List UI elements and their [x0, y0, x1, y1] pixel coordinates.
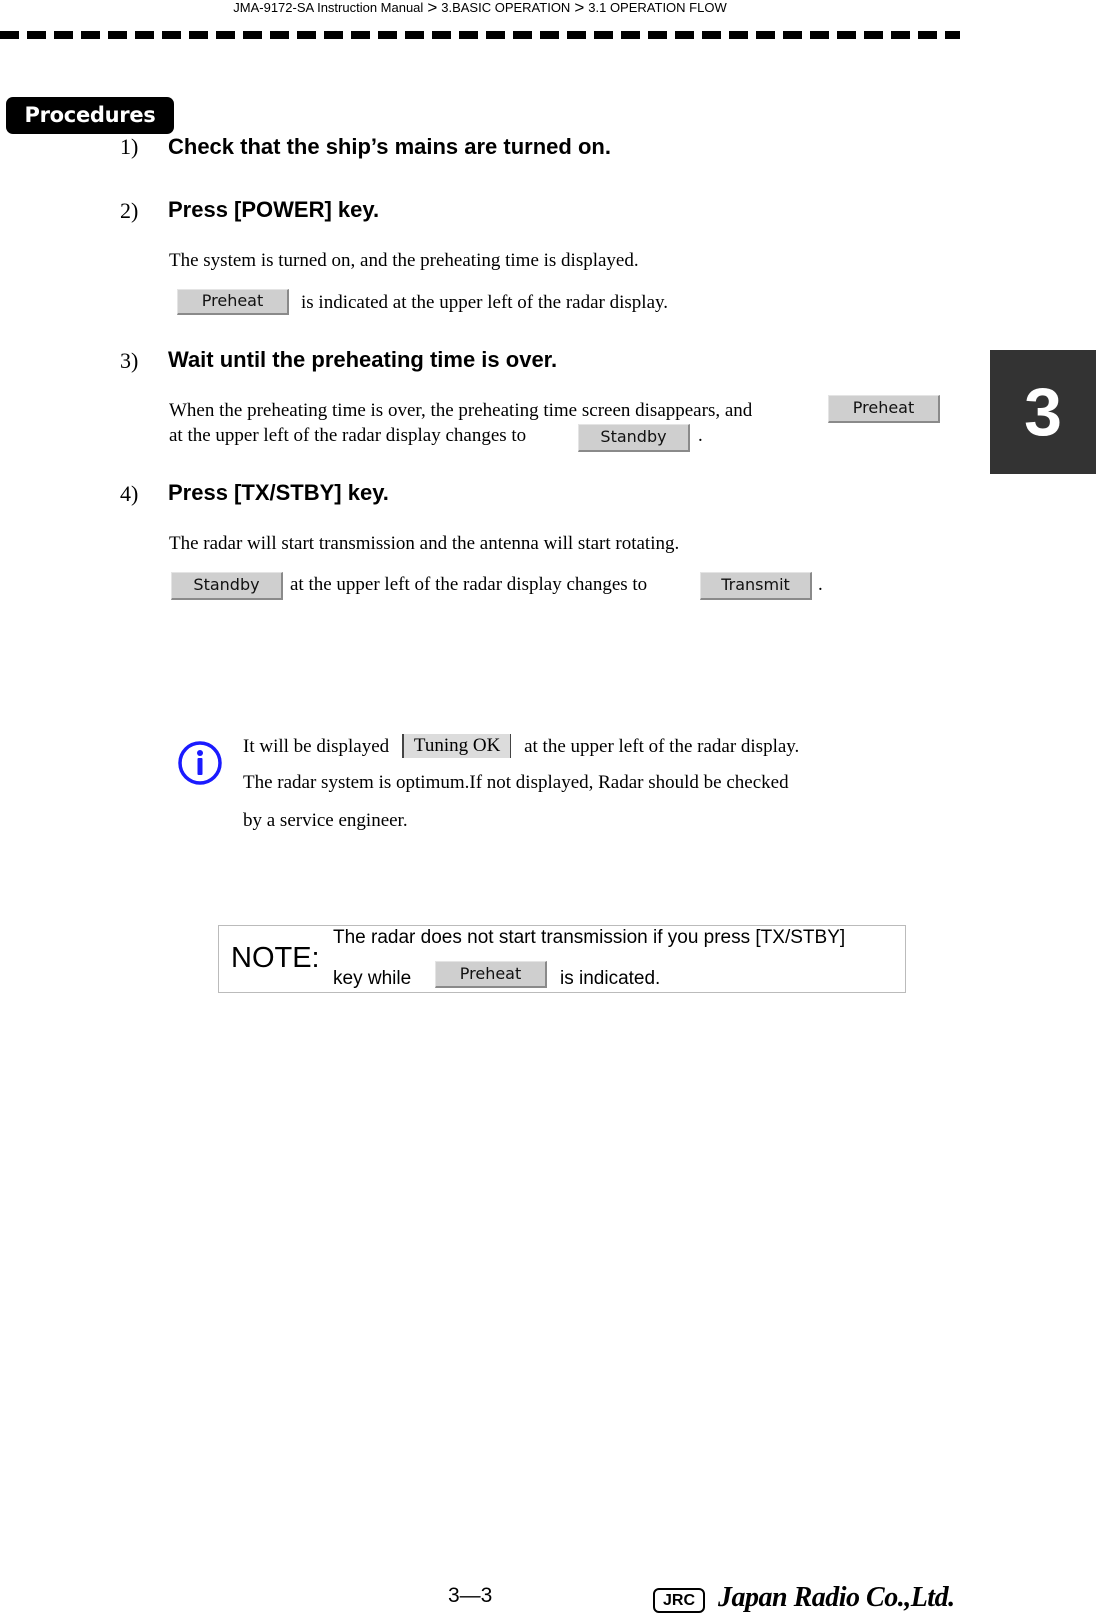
preheat-indicator: Preheat: [828, 395, 940, 423]
step-number: 4): [120, 481, 139, 506]
standby-indicator: Standby: [578, 424, 690, 452]
step-number: 1): [120, 134, 139, 159]
step-text: The system is turned on, and the preheat…: [169, 250, 639, 271]
step-text: The radar will start transmission and th…: [169, 533, 680, 554]
info-text: It will be displayed: [243, 736, 390, 757]
step-title: Check that the ship’s mains are turned o…: [168, 134, 611, 159]
step-text: .: [818, 574, 823, 595]
procedures-badge: Procedures: [6, 97, 174, 134]
step-number: 2): [120, 198, 139, 223]
step-number: 3): [120, 348, 139, 373]
info-icon: [178, 741, 222, 785]
step-text: .: [698, 425, 703, 446]
step-title: Press [POWER] key.: [168, 197, 380, 222]
step-text: is indicated at the upper left of the ra…: [301, 292, 669, 313]
breadcrumb-chapter: 3.BASIC OPERATION: [441, 0, 571, 15]
note-text: key while: [333, 968, 412, 989]
step-text: at the upper left of the radar display c…: [290, 574, 648, 595]
preheat-indicator: Preheat: [177, 289, 289, 315]
breadcrumb-section: 3.1 OPERATION FLOW: [588, 0, 727, 15]
step-title: Press [TX/STBY] key.: [168, 480, 389, 505]
company-name: Japan Radio Co.,Ltd.: [718, 1582, 955, 1613]
info-text: at the upper left of the radar display.: [524, 736, 800, 757]
chapter-tab: 3: [990, 350, 1096, 474]
header-divider: [0, 31, 960, 39]
preheat-indicator: Preheat: [435, 961, 547, 988]
tuning-ok-indicator: Tuning OK: [401, 734, 512, 758]
step-title: Wait until the preheating time is over.: [168, 347, 558, 372]
transmit-indicator: Transmit: [700, 572, 812, 600]
step-text: When the preheating time is over, the pr…: [169, 400, 753, 421]
note-label: NOTE:: [231, 942, 320, 974]
note-box: NOTE: The radar does not start transmiss…: [218, 925, 906, 993]
breadcrumb-manual: JMA-9172-SA Instruction Manual: [233, 0, 424, 15]
standby-indicator: Standby: [171, 572, 283, 600]
breadcrumb-separator: >: [574, 0, 585, 17]
jrc-logo: JRC: [653, 1588, 705, 1613]
info-line-2: The radar system is optimum.If not displ…: [243, 772, 789, 793]
breadcrumb-separator: >: [427, 0, 438, 17]
breadcrumb: JMA-9172-SA Instruction Manual >3.BASIC O…: [0, 0, 960, 16]
info-line-1: It will be displayed Tuning OK at the up…: [243, 734, 799, 758]
page-number: 3—3: [448, 1584, 493, 1607]
note-text: is indicated.: [560, 968, 661, 989]
info-line-3: by a service engineer.: [243, 810, 408, 831]
step-text: at the upper left of the radar display c…: [169, 425, 527, 446]
note-text: The radar does not start transmission if…: [333, 927, 846, 948]
